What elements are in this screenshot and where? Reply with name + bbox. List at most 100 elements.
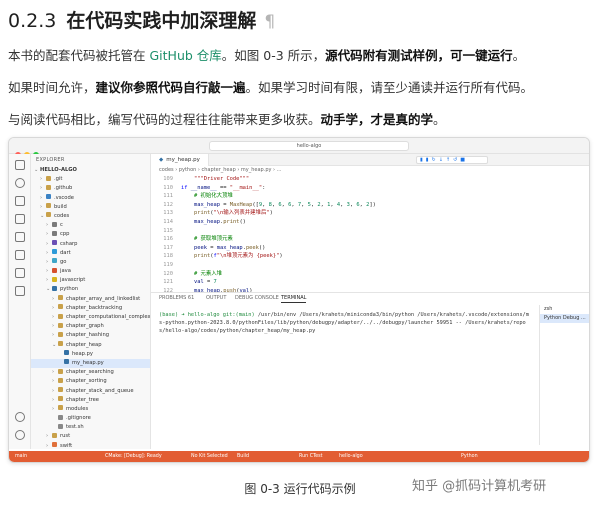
file-icon: [52, 433, 57, 438]
tree-item[interactable]: ›dart: [31, 249, 150, 258]
tree-item[interactable]: ›chapter_graph: [31, 322, 150, 331]
code-line: 110if __name__ == "__main__":: [151, 184, 589, 193]
tab-output[interactable]: OUTPUT: [206, 293, 226, 304]
tree-item[interactable]: ›rust: [31, 432, 150, 441]
tree-item[interactable]: ›chapter_tree: [31, 396, 150, 405]
tab-debug-console[interactable]: DEBUG CONSOLE: [235, 293, 279, 304]
status-build[interactable]: Build: [237, 451, 249, 462]
gear-icon[interactable]: [15, 430, 25, 440]
emphasis: 建议你参照代码自行敲一遍: [96, 80, 246, 95]
terminal-item-zsh[interactable]: zsh: [540, 305, 589, 314]
file-icon: [64, 359, 69, 364]
code-line: 120 # 元素入堆: [151, 270, 589, 279]
text: 。: [433, 112, 446, 127]
status-kit[interactable]: No Kit Selected: [191, 451, 228, 462]
line-number: 118: [151, 252, 173, 261]
tree-item[interactable]: ›swift: [31, 442, 150, 449]
line-number: 119: [151, 261, 173, 270]
text: 与阅读代码相比，编写代码的过程往往能带来更多收获。: [8, 112, 321, 127]
tree-item-label: my_heap.py: [72, 360, 104, 366]
code-view[interactable]: 109 """Driver Code"""110if __name__ == "…: [151, 175, 589, 295]
code-line: 112 max_heap = MaxHeap([9, 8, 6, 6, 7, 5…: [151, 201, 589, 210]
tree-item[interactable]: ⌄chapter_heap: [31, 341, 150, 350]
terminal-output[interactable]: (base) ➜ hello-algo git:(main) /usr/bin/…: [159, 311, 529, 335]
file-icon: [58, 415, 63, 420]
file-icon: [52, 222, 57, 227]
tree-item[interactable]: ›.git: [31, 175, 150, 184]
tree-item[interactable]: ›chapter_searching: [31, 368, 150, 377]
tree-item[interactable]: ›.github: [31, 184, 150, 193]
tree-item[interactable]: heap.py: [31, 350, 150, 359]
tree-item[interactable]: ⌄python: [31, 285, 150, 294]
extensions-icon[interactable]: [15, 232, 25, 242]
account-icon[interactable]: [15, 412, 25, 422]
tab-problems[interactable]: PROBLEMS 61: [159, 293, 194, 304]
file-icon: [52, 249, 57, 254]
code-line: 114 max_heap.print(): [151, 218, 589, 227]
tab-terminal[interactable]: TERMINAL: [281, 293, 306, 303]
file-icon: [52, 277, 57, 282]
testing-icon[interactable]: [15, 268, 25, 278]
status-cmake[interactable]: CMake: [Debug]: Ready: [105, 451, 162, 462]
python-file-icon: ◆: [159, 157, 163, 163]
status-bar: main CMake: [Debug]: Ready No Kit Select…: [9, 451, 589, 462]
tree-item[interactable]: ›java: [31, 267, 150, 276]
file-icon: [46, 185, 51, 190]
file-icon: [58, 369, 63, 374]
paragraph-1: 本书的配套代码被托管在 GitHub 仓库。如图 0-3 所示，源代码附有测试样…: [8, 45, 525, 64]
tree-item-label: chapter_tree: [66, 397, 99, 403]
tree-item[interactable]: ⌄HELLO-ALGO: [31, 166, 150, 175]
breadcrumb[interactable]: codes › python › chapter_heap › my_heap.…: [151, 166, 589, 175]
tree-item[interactable]: ›chapter_array_and_linkedlist: [31, 295, 150, 304]
code-text: max_heap.print(): [181, 219, 246, 225]
status-run-ctest[interactable]: Run CTest: [299, 451, 323, 462]
code-line: 121 val = 7: [151, 278, 589, 287]
tree-item[interactable]: ›chapter_hashing: [31, 331, 150, 340]
code-line: 111 # 初始化大顶堆: [151, 192, 589, 201]
github-repo-link[interactable]: GitHub 仓库: [149, 48, 221, 63]
docker-icon[interactable]: [15, 286, 25, 296]
tree-item-label: c: [60, 222, 63, 228]
remote-icon[interactable]: [15, 250, 25, 260]
tree-item-label: chapter_searching: [66, 369, 114, 375]
tree-item[interactable]: ›chapter_computational_complexity: [31, 313, 150, 322]
status-branch[interactable]: main: [15, 451, 27, 462]
tree-item[interactable]: ›chapter_backtracking: [31, 304, 150, 313]
tree-item[interactable]: ›go: [31, 258, 150, 267]
tree-item[interactable]: ›chapter_stack_and_queue: [31, 387, 150, 396]
tree-item[interactable]: .gitignore: [31, 414, 150, 423]
debug-toolbar[interactable]: ▮▮↻↓↑↺■: [416, 156, 488, 164]
tree-item[interactable]: ›chapter_sorting: [31, 377, 150, 386]
status-language[interactable]: Python: [461, 451, 478, 462]
tree-item[interactable]: ›modules: [31, 405, 150, 414]
tree-item[interactable]: ›csharp: [31, 240, 150, 249]
problems-badge: 61: [188, 295, 194, 301]
command-center[interactable]: hello-algo: [209, 141, 409, 151]
tree-item[interactable]: ›cpp: [31, 230, 150, 239]
terminal-item-python-debug[interactable]: Python Debug ...: [540, 314, 589, 323]
file-icon: [46, 176, 51, 181]
tree-item[interactable]: ›build: [31, 203, 150, 212]
tab-my-heap[interactable]: ◆my_heap.py: [151, 154, 209, 166]
tree-item[interactable]: ›.vscode: [31, 194, 150, 203]
tree-item[interactable]: my_heap.py: [31, 359, 150, 368]
tree-item-label: python: [60, 286, 78, 292]
text: 。如果学习时间有限，请至少通读并运行所有代码。: [246, 80, 534, 95]
tree-item-label: .vscode: [54, 195, 74, 201]
tree-item[interactable]: ›javascript: [31, 276, 150, 285]
search-icon[interactable]: [15, 178, 25, 188]
permalink-icon[interactable]: ¶: [264, 12, 275, 32]
file-icon: [58, 387, 63, 392]
tree-item[interactable]: test.sh: [31, 423, 150, 432]
vscode-screenshot: hello-algo EXPLORER ⌄HELLO-ALGO›.git›.gi…: [8, 137, 590, 463]
file-icon: [46, 194, 51, 199]
tree-item[interactable]: ›c: [31, 221, 150, 230]
run-debug-icon[interactable]: [15, 214, 25, 224]
file-icon: [46, 203, 51, 208]
line-number: 121: [151, 278, 173, 287]
explorer-icon[interactable]: [15, 160, 25, 170]
source-control-icon[interactable]: [15, 196, 25, 206]
code-text: max_heap = MaxHeap([9, 8, 6, 6, 7, 5, 2,…: [181, 202, 376, 208]
tree-item[interactable]: ⌄codes: [31, 212, 150, 221]
status-project[interactable]: hello-algo: [339, 451, 363, 462]
